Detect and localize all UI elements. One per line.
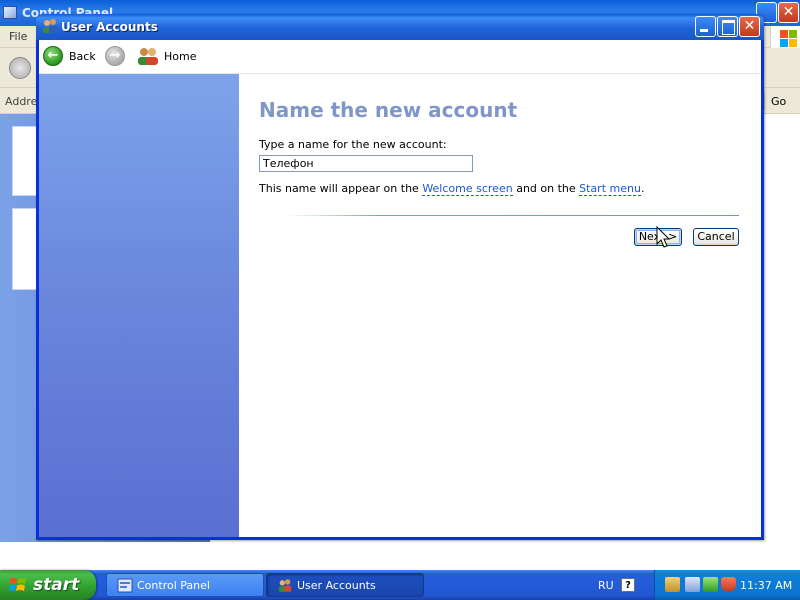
taskbar-item-user-accounts[interactable]: User Accounts	[266, 573, 424, 597]
help-icon[interactable]: ?	[621, 578, 635, 592]
start-button[interactable]: start	[0, 570, 96, 600]
info-text-part: and on the	[512, 182, 580, 195]
security-shield-icon[interactable]	[721, 577, 736, 592]
users-icon	[278, 579, 292, 592]
page-title: Name the new account	[259, 98, 518, 122]
info-text-part: This name will appear on the	[259, 182, 423, 195]
monitor-icon[interactable]	[685, 577, 700, 592]
back-arrow-icon	[43, 46, 63, 66]
forward-arrow-icon[interactable]	[105, 46, 125, 66]
welcome-screen-link[interactable]: Welcome screen	[422, 182, 513, 196]
home-button[interactable]: Home	[137, 44, 201, 68]
system-tray: 11:37 AM	[654, 570, 800, 600]
update-icon[interactable]	[703, 577, 718, 592]
user-accounts-title: User Accounts	[61, 20, 158, 34]
menu-file[interactable]: File	[9, 30, 27, 43]
users-icon	[43, 19, 57, 33]
minimize-button[interactable]	[695, 16, 716, 37]
info-text-part: .	[640, 182, 645, 195]
go-button[interactable]: Go	[764, 93, 798, 110]
control-panel-icon	[117, 578, 133, 593]
close-icon: ✕	[743, 18, 756, 34]
control-panel-icon	[3, 6, 17, 19]
back-button[interactable]: Back	[43, 44, 99, 68]
divider	[287, 215, 739, 216]
left-side-pane	[39, 74, 239, 537]
wizard-content: Name the new account Type a name for the…	[239, 74, 761, 537]
info-text: This name will appear on the Welcome scr…	[259, 182, 645, 196]
windows-logo-icon	[770, 26, 800, 48]
user-accounts-window: User Accounts ✕ Back Home Name the new a…	[36, 14, 764, 540]
cancel-button[interactable]: Cancel	[693, 228, 739, 246]
taskbar: start Control Panel User Accounts RU ? 1…	[0, 570, 800, 600]
back-label: Back	[69, 50, 96, 63]
maximize-button[interactable]	[717, 16, 738, 37]
navigation-bar: Back Home	[39, 40, 761, 74]
account-name-input[interactable]	[259, 155, 473, 172]
taskbar-item-label: Control Panel	[137, 579, 210, 592]
control-panel-close-button[interactable]: ✕	[778, 2, 799, 23]
user-accounts-titlebar[interactable]: User Accounts ✕	[36, 14, 764, 40]
clock: 11:37 AM	[740, 579, 793, 592]
start-label: start	[33, 575, 80, 595]
home-label: Home	[164, 50, 197, 63]
taskbar-item-control-panel[interactable]: Control Panel	[106, 573, 264, 597]
taskbar-item-label: User Accounts	[297, 579, 376, 592]
start-menu-link[interactable]: Start menu	[579, 182, 641, 196]
close-button[interactable]: ✕	[739, 16, 760, 37]
control-panel-back-button[interactable]	[9, 57, 31, 79]
home-users-icon	[138, 48, 158, 65]
language-indicator[interactable]: RU	[598, 579, 614, 592]
windows-logo-icon	[9, 578, 26, 591]
name-prompt-label: Type a name for the new account:	[259, 138, 447, 151]
network-icon[interactable]	[665, 577, 680, 592]
close-icon: ✕	[782, 4, 795, 20]
mouse-cursor-icon	[656, 226, 671, 248]
